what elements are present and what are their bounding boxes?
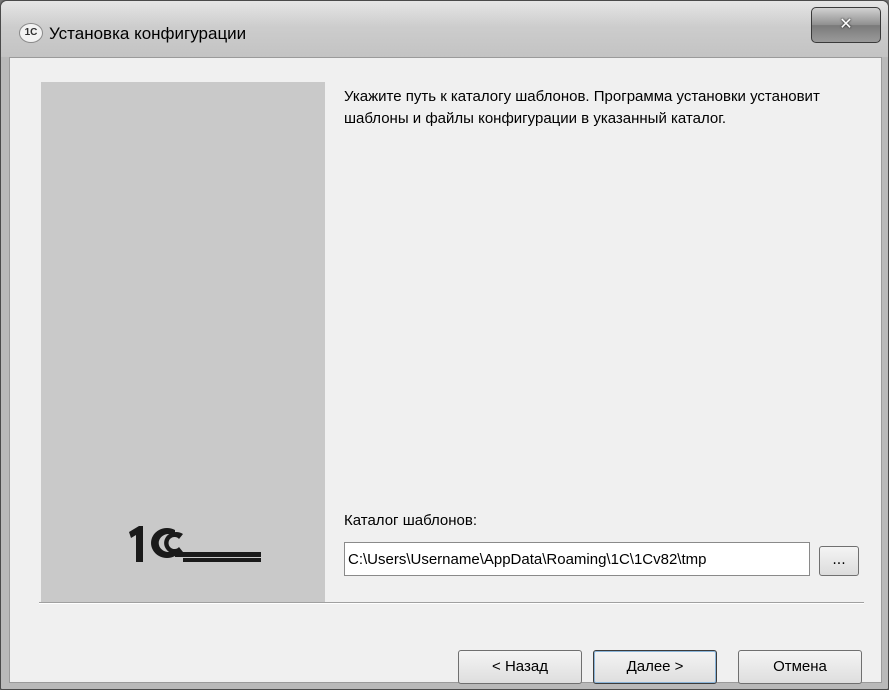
title-bar: 1С Установка конфигурации ✕ bbox=[1, 1, 888, 57]
side-banner bbox=[41, 82, 325, 604]
template-path-input[interactable] bbox=[344, 542, 810, 576]
1c-app-icon: 1С bbox=[19, 23, 43, 43]
1c-logo-icon bbox=[129, 526, 261, 562]
instruction-text: Укажите путь к каталогу шаблонов. Програ… bbox=[344, 88, 820, 127]
close-button[interactable]: ✕ bbox=[811, 7, 881, 43]
divider bbox=[39, 602, 864, 604]
setup-dialog: 1С Установка конфигурации ✕ Укажите путь… bbox=[0, 0, 889, 690]
dialog-client-area: Укажите путь к каталогу шаблонов. Програ… bbox=[9, 57, 882, 684]
back-button[interactable]: < Назад bbox=[458, 650, 582, 684]
path-label: Каталог шаблонов: bbox=[344, 512, 478, 529]
close-icon: ✕ bbox=[839, 14, 853, 33]
browse-button[interactable]: ... bbox=[819, 546, 859, 576]
cancel-button[interactable]: Отмена bbox=[738, 650, 862, 684]
window-title: Установка конфигурации bbox=[49, 24, 247, 43]
next-button[interactable]: Далее > bbox=[593, 650, 717, 684]
